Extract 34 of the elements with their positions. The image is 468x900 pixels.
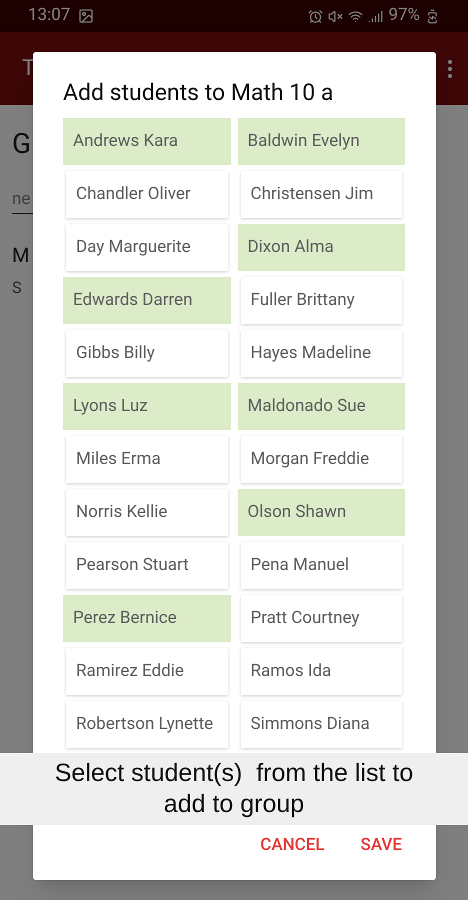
student-item[interactable]: Pearson Stuart [66, 542, 228, 589]
student-item[interactable]: Pena Manuel [240, 542, 402, 589]
item-subtitle: S [12, 276, 22, 298]
student-item[interactable]: Fuller Brittany [240, 277, 402, 324]
student-item[interactable]: Perez Bernice [63, 595, 230, 642]
student-item[interactable]: Pratt Courtney [240, 595, 402, 642]
student-item[interactable]: Day Marguerite [66, 224, 228, 271]
status-time: 13:07 [28, 4, 70, 28]
student-item[interactable]: Lyons Luz [63, 383, 230, 430]
app-title: T [22, 55, 36, 83]
student-item[interactable]: Gibbs Billy [66, 330, 228, 377]
dialog-button[interactable]: SAVE [360, 832, 402, 858]
dialog-title: Add students to Math 10 a [63, 78, 334, 108]
student-item[interactable]: Morgan Freddie [240, 436, 402, 483]
student-item[interactable]: Edwards Darren [63, 277, 230, 324]
student-item[interactable]: Simmons Diana [240, 701, 402, 748]
student-item[interactable]: Baldwin Evelyn [238, 118, 405, 165]
student-item[interactable]: Chandler Oliver [66, 171, 228, 218]
battery-percent: 97% [388, 4, 420, 28]
dialog-button[interactable]: CANCEL [260, 832, 325, 858]
student-item[interactable]: Dixon Alma [238, 224, 405, 271]
student-item[interactable]: Robertson Lynette [66, 701, 228, 748]
page-heading: G [12, 126, 32, 162]
student-item[interactable]: Miles Erma [66, 436, 228, 483]
student-item[interactable]: Maldonado Sue [238, 383, 405, 430]
student-item[interactable]: Hayes Madeline [240, 330, 402, 377]
item-title: M [12, 242, 30, 268]
student-item[interactable]: Ramos Ida [240, 648, 402, 695]
student-item[interactable]: Christensen Jim [240, 171, 402, 218]
student-item[interactable]: Olson Shawn [238, 489, 405, 536]
student-item[interactable]: Ramirez Eddie [66, 648, 228, 695]
student-item[interactable]: Andrews Kara [63, 118, 230, 165]
caption-text: Select student(s) from the list to add to group [54, 758, 414, 820]
student-item[interactable]: Norris Kellie [66, 489, 228, 536]
